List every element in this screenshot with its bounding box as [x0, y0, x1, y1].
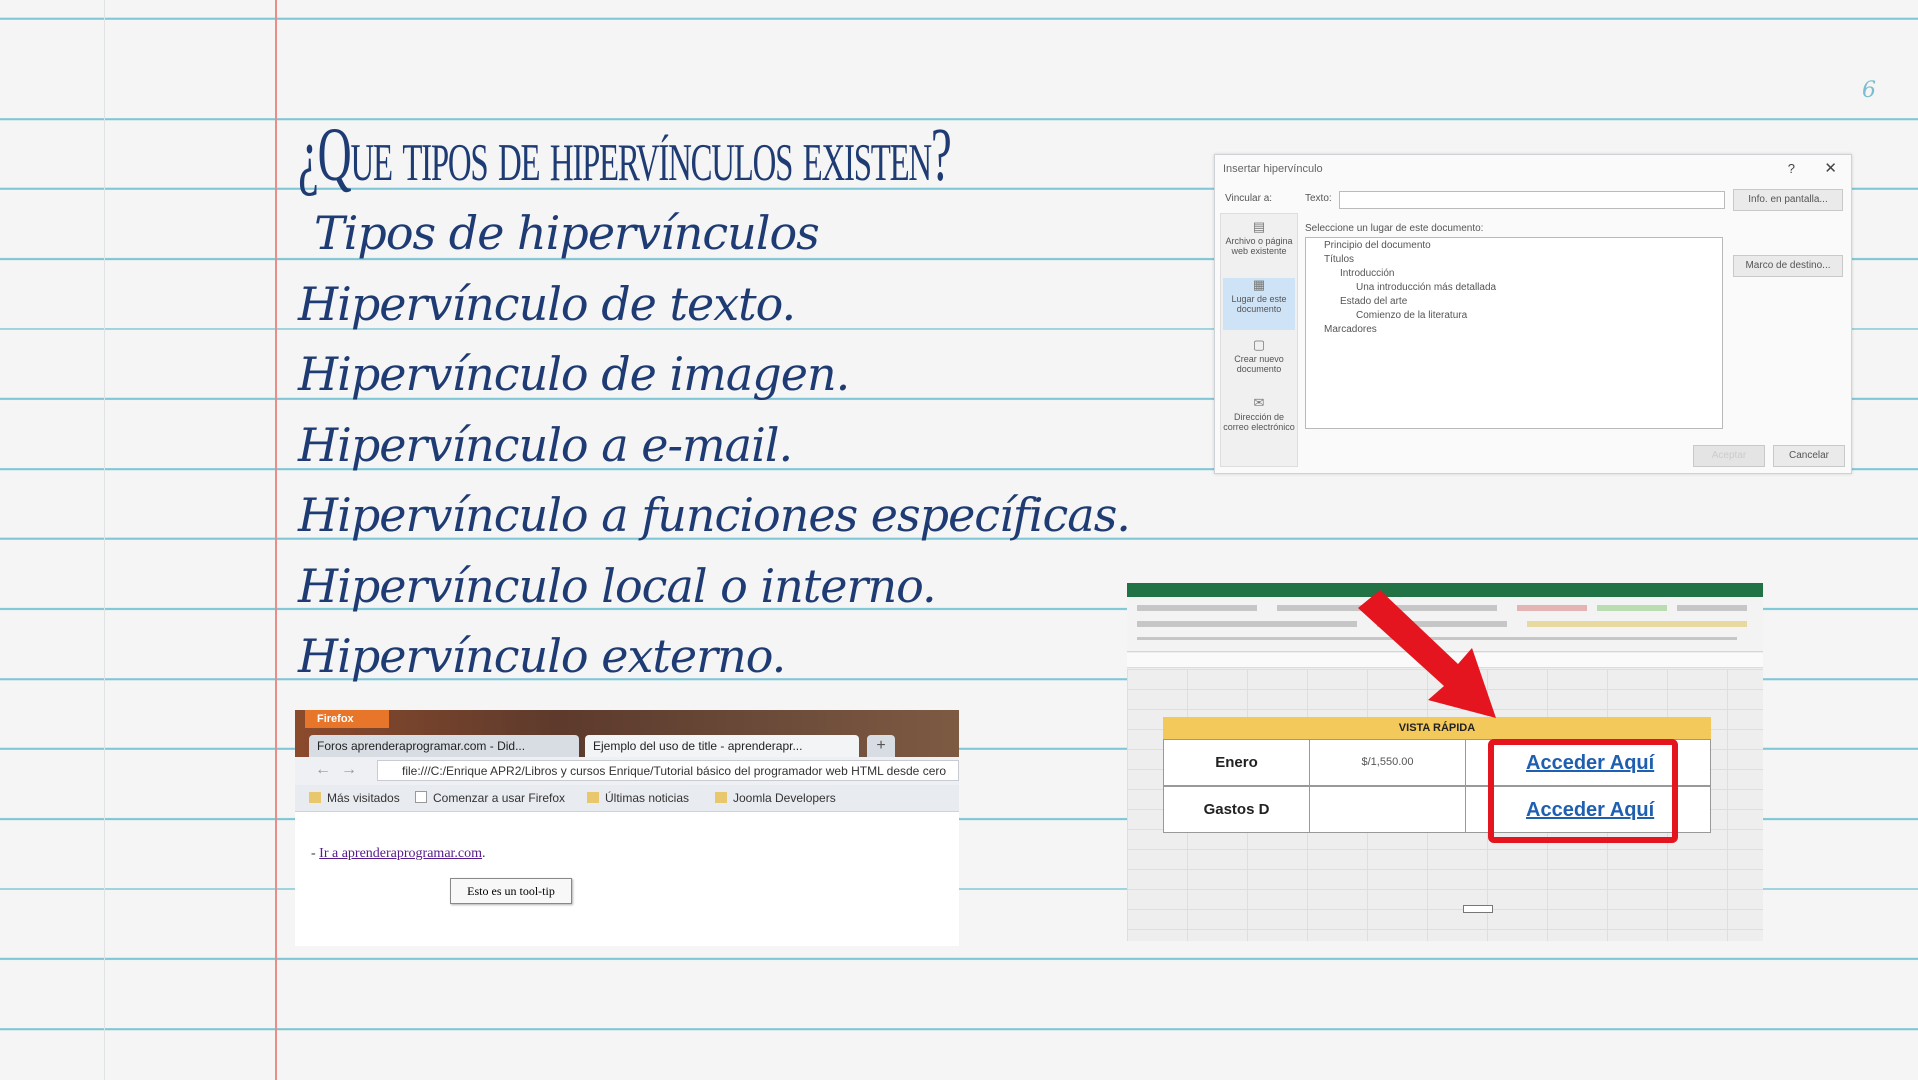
folder-icon	[309, 792, 321, 803]
insert-hyperlink-dialog: Insertar hipervínculo ? ✕ Vincular a: Te…	[1214, 154, 1852, 474]
bullet-item: Hipervínculo local o interno.	[298, 558, 937, 613]
document-tree[interactable]: Principio del documento Títulos Introduc…	[1305, 237, 1723, 429]
cancel-button[interactable]: Cancelar	[1773, 445, 1845, 467]
slide-title: ¿Que tipos de hipervínculos existen?	[298, 113, 952, 197]
place-in-document-option[interactable]: ▦ Lugar de este documento	[1223, 278, 1295, 330]
email-label: Dirección de correo electrónico	[1223, 412, 1295, 432]
select-place-label: Seleccione un lugar de este documento:	[1305, 223, 1484, 234]
new-tab-button[interactable]: +	[867, 735, 895, 757]
link-suffix: .	[482, 846, 486, 861]
margin-line	[275, 0, 277, 1080]
link-prefix: -	[311, 846, 320, 861]
email-option[interactable]: ✉ Dirección de correo electrónico	[1223, 396, 1295, 456]
bookmark-item[interactable]: Comenzar a usar Firefox	[415, 791, 565, 805]
page-fold-line	[104, 0, 105, 1080]
link-type-sidebar: ▤ Archivo o página web existente ▦ Lugar…	[1220, 213, 1298, 467]
firefox-menu-button[interactable]: Firefox	[305, 710, 389, 728]
document-icon: ▦	[1252, 277, 1266, 292]
place-in-document-label: Lugar de este documento	[1231, 294, 1287, 314]
navigation-bar: ← → file:///C:/Enrique APR2/Libros y cur…	[295, 757, 959, 786]
link-to-label: Vincular a:	[1225, 193, 1273, 204]
text-input[interactable]	[1339, 191, 1725, 209]
bookmark-label: Joomla Developers	[733, 791, 836, 805]
bullet-item: Tipos de hipervínculos	[314, 206, 820, 260]
page-content-link-line: - Ir a aprenderaprogramar.com.	[311, 846, 486, 862]
tree-item[interactable]: Una introducción más detallada	[1356, 282, 1496, 293]
tooltip-box: Esto es un tool-tip	[450, 878, 572, 904]
address-bar[interactable]: file:///C:/Enrique APR2/Libros y cursos …	[377, 760, 959, 781]
tree-item[interactable]: Estado del arte	[1340, 296, 1407, 307]
help-button[interactable]: ?	[1788, 161, 1795, 176]
ok-button[interactable]: Aceptar	[1693, 445, 1765, 467]
tree-item[interactable]: Principio del documento	[1324, 240, 1431, 251]
back-arrow-icon[interactable]: ←	[315, 761, 331, 779]
row-value: $/1,550.00	[1310, 740, 1466, 785]
bullet-item: Hipervínculo a e-mail.	[298, 417, 793, 472]
existing-file-option[interactable]: ▤ Archivo o página web existente	[1223, 220, 1295, 270]
text-label: Texto:	[1305, 193, 1332, 204]
browser-screenshot: Firefox Foros aprenderaprogramar.com - D…	[295, 710, 959, 946]
tree-item[interactable]: Introducción	[1340, 268, 1394, 279]
bullet-list: Tipos de hipervínculos Hipervínculo de t…	[298, 198, 1131, 692]
bookmark-label: Comenzar a usar Firefox	[433, 791, 566, 805]
highlight-box	[1488, 739, 1678, 843]
bullet-item: Hipervínculo de imagen.	[298, 347, 850, 401]
new-document-label: Crear nuevo documento	[1234, 354, 1284, 374]
new-document-icon: ▢	[1252, 337, 1266, 352]
bookmark-label: Últimas noticias	[605, 791, 690, 805]
tree-item[interactable]: Comienzo de la literatura	[1356, 310, 1467, 321]
bullet-item: Hipervínculo a funciones específicas.	[298, 488, 1131, 542]
example-hyperlink[interactable]: Ir a aprenderaprogramar.com	[319, 846, 482, 861]
bullet-item: Hipervínculo de texto.	[298, 276, 796, 331]
bookmark-label: Más visitados	[327, 791, 400, 805]
page-icon	[415, 791, 427, 803]
tree-item[interactable]: Marcadores	[1324, 324, 1377, 335]
sheet-scroll-handle[interactable]	[1463, 905, 1493, 913]
forward-arrow-icon[interactable]: →	[341, 761, 357, 779]
browser-tab[interactable]: Foros aprenderaprogramar.com - Did...	[309, 735, 579, 757]
email-icon: ✉	[1253, 395, 1265, 410]
row-value	[1310, 787, 1466, 832]
bookmark-button[interactable]: Marco de destino...	[1733, 255, 1843, 277]
feed-icon	[587, 792, 599, 803]
bullet-item: Hipervínculo externo.	[298, 629, 786, 683]
bookmark-item[interactable]: Más visitados	[309, 791, 400, 805]
globe-file-icon: ▤	[1252, 219, 1266, 234]
bookmark-item[interactable]: Joomla Developers	[715, 791, 836, 805]
dialog-title: Insertar hipervínculo	[1223, 163, 1323, 175]
new-document-option[interactable]: ▢ Crear nuevo documento	[1223, 338, 1295, 388]
page-number: 6	[1862, 78, 1876, 103]
folder-icon	[715, 792, 727, 803]
screen-tip-button[interactable]: Info. en pantalla...	[1733, 189, 1843, 211]
bookmark-item[interactable]: Últimas noticias	[587, 791, 689, 805]
row-label: Enero	[1164, 740, 1310, 785]
red-arrow-icon	[1358, 590, 1496, 718]
close-icon[interactable]: ✕	[1824, 159, 1837, 177]
bookmarks-bar: Más visitados Comenzar a usar Firefox Úl…	[295, 785, 959, 812]
tree-item[interactable]: Títulos	[1324, 254, 1354, 265]
row-label: Gastos D	[1164, 787, 1310, 832]
browser-tab-active[interactable]: Ejemplo del uso de title - aprenderapr..…	[585, 735, 859, 757]
existing-file-label: Archivo o página web existente	[1225, 236, 1293, 256]
